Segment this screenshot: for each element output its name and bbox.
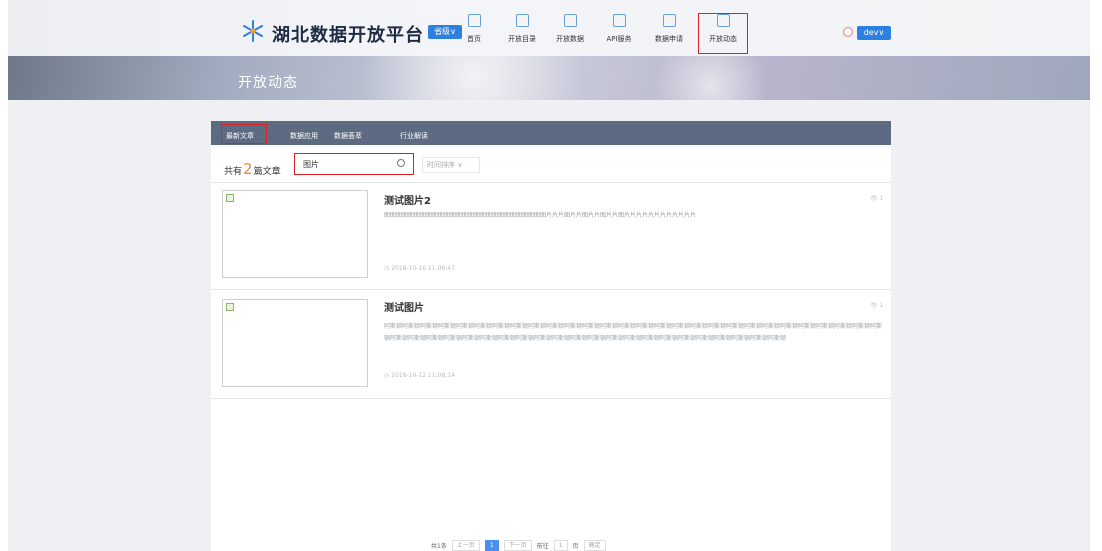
user-menu-button[interactable]: dev∨ [857,26,891,40]
article-title[interactable]: 测试图片2 [384,192,431,207]
article-title[interactable]: 测试图片 [384,299,424,314]
user-icon [843,27,853,37]
nav-data-apply[interactable]: 数据申请 [645,14,693,52]
article-date: ◷ 2018-10-16 11:06:47 [384,265,455,272]
sort-select[interactable]: 时间排序 ∨ [422,157,480,173]
site-title[interactable]: 湖北数据开放平台 [272,21,424,47]
goto-label: 前往 [536,543,549,550]
page-title: 开放动态 [238,75,298,91]
tab-data-apps[interactable]: 数据应用 [290,131,318,141]
nav-open-data[interactable]: 开放数据 [546,14,594,52]
goto-confirm-button[interactable]: 确定 [583,540,606,551]
article-summary: 图图图图图图图图图图图图图图图图图图图图图图图图图图图片片片图片片图片片图片片图… [384,212,697,219]
page-banner: 开放动态 [8,56,1090,100]
article-views: 👁 1 [870,195,884,202]
home-icon [467,14,481,27]
logo-star-icon [243,20,263,42]
broken-image-icon [226,303,234,311]
page-button[interactable]: 1 [484,540,499,551]
tab-industry[interactable]: 行业解读 [400,131,428,141]
article-thumbnail[interactable] [222,299,368,387]
divider [211,398,891,399]
tab-data-digest[interactable]: 数据荟萃 [334,131,362,141]
nav-active-highlight [698,13,748,54]
next-page-button[interactable]: 下一页 [503,540,532,551]
broken-image-icon [226,194,234,202]
nav-home[interactable]: 首页 [450,14,498,52]
search-input[interactable]: 图片 [294,153,414,175]
api-icon [612,14,626,27]
search-icon[interactable] [397,159,405,167]
pagination-total: 共1条 [431,543,447,550]
nav-api[interactable]: API服务 [595,14,643,52]
folder-icon [515,14,529,27]
article-date: ◷ 2018-10-12 11:08:14 [384,372,455,379]
divider [211,289,891,290]
article-summary: 阿斯顿阿斯顿阿斯顿阿斯顿阿斯顿阿斯顿阿斯顿阿斯顿阿斯顿阿斯顿阿斯顿阿斯顿阿斯顿阿… [384,323,883,342]
article-count: 共有2篇文章 [224,160,281,178]
pagination: 共1条 上一页 1 下一页 前往 1 页 确定 [431,540,606,551]
nav-catalog[interactable]: 开放目录 [498,14,546,52]
article-views: 👁 1 [870,302,884,309]
tab-active-highlight [221,124,267,144]
prev-page-button[interactable]: 上一页 [451,540,480,551]
database-icon [563,14,577,27]
goto-page-input[interactable]: 1 [553,540,568,551]
page-unit: 页 [572,543,579,550]
article-thumbnail[interactable] [222,190,368,278]
apply-icon [662,14,676,27]
divider [211,182,891,183]
